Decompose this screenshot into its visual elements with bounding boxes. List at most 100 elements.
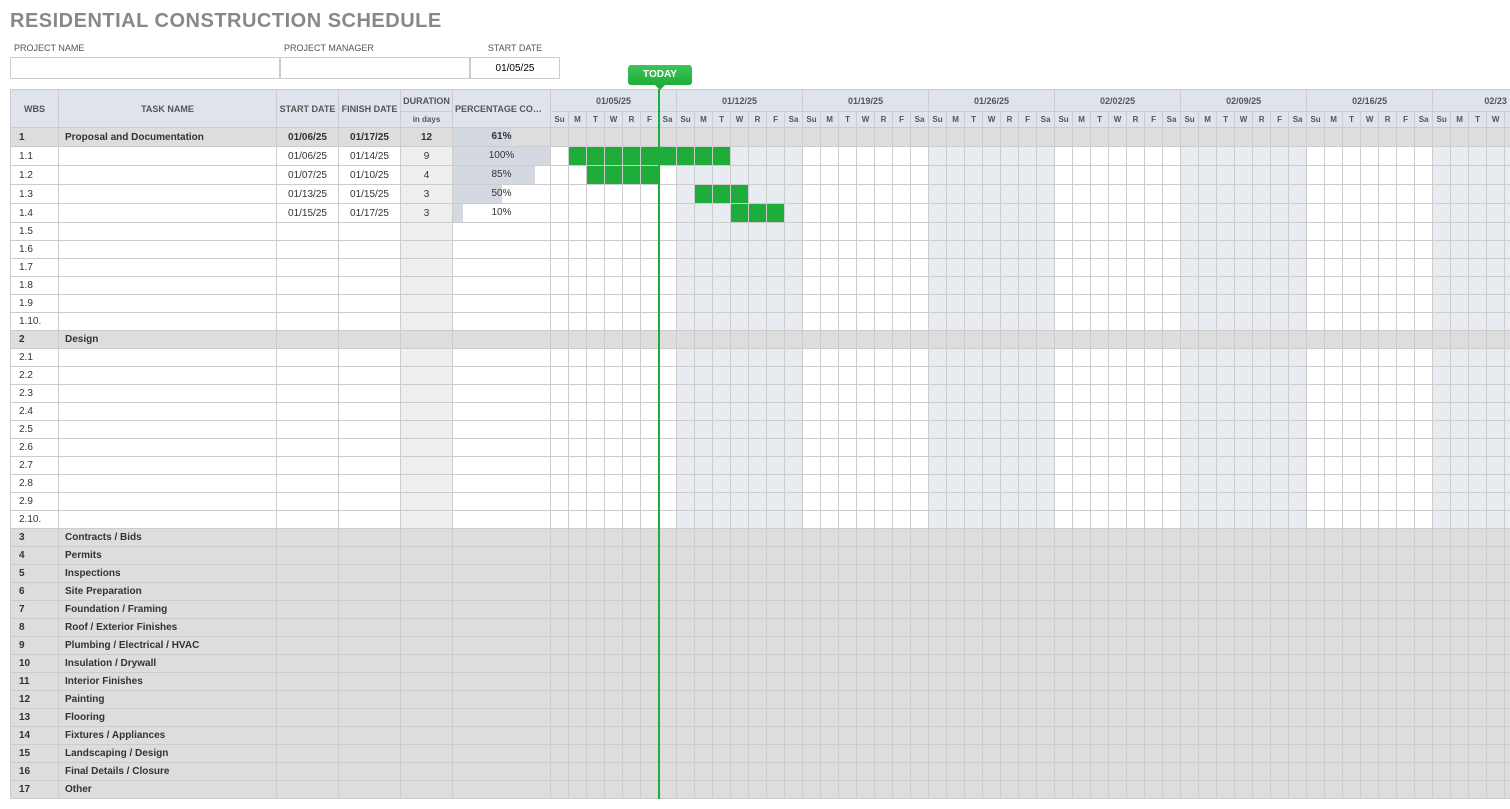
day-cell[interactable]	[1127, 277, 1145, 295]
day-cell[interactable]	[1307, 367, 1325, 385]
day-cell[interactable]	[1271, 367, 1289, 385]
day-cell[interactable]	[659, 223, 677, 241]
day-cell[interactable]	[1469, 349, 1487, 367]
cell-pct[interactable]	[453, 277, 551, 295]
day-cell[interactable]	[677, 241, 695, 259]
day-cell[interactable]	[1415, 583, 1433, 601]
cell-pct[interactable]	[453, 385, 551, 403]
day-cell[interactable]	[1433, 637, 1451, 655]
day-cell[interactable]	[1397, 565, 1415, 583]
day-cell[interactable]	[641, 745, 659, 763]
day-cell[interactable]	[911, 601, 929, 619]
day-cell[interactable]	[1145, 204, 1163, 223]
day-cell[interactable]	[1361, 763, 1379, 781]
day-cell[interactable]	[1037, 259, 1055, 277]
day-cell[interactable]	[767, 421, 785, 439]
day-cell[interactable]	[1073, 655, 1091, 673]
day-cell[interactable]	[695, 128, 713, 147]
day-cell[interactable]	[1073, 147, 1091, 166]
day-cell[interactable]	[1127, 204, 1145, 223]
day-cell[interactable]	[839, 385, 857, 403]
day-cell[interactable]	[1055, 204, 1073, 223]
day-cell[interactable]	[1469, 385, 1487, 403]
day-cell[interactable]	[767, 655, 785, 673]
day-cell[interactable]	[1181, 637, 1199, 655]
cell-duration[interactable]	[401, 367, 453, 385]
day-cell[interactable]	[587, 763, 605, 781]
day-cell[interactable]	[1505, 637, 1510, 655]
day-cell[interactable]	[857, 673, 875, 691]
day-cell[interactable]	[947, 166, 965, 185]
day-cell[interactable]	[983, 147, 1001, 166]
day-cell[interactable]	[1253, 349, 1271, 367]
day-cell[interactable]	[839, 763, 857, 781]
day-cell[interactable]	[1469, 727, 1487, 745]
day-cell[interactable]	[1001, 295, 1019, 313]
day-cell[interactable]	[731, 673, 749, 691]
day-cell[interactable]	[551, 147, 569, 166]
day-cell[interactable]	[1181, 619, 1199, 637]
day-cell[interactable]	[1199, 583, 1217, 601]
cell-wbs[interactable]: 14	[11, 727, 59, 745]
day-cell[interactable]	[1163, 529, 1181, 547]
day-cell[interactable]	[1433, 745, 1451, 763]
day-cell[interactable]	[641, 763, 659, 781]
day-cell[interactable]	[1127, 565, 1145, 583]
day-cell[interactable]	[1361, 185, 1379, 204]
day-cell[interactable]	[731, 128, 749, 147]
day-cell[interactable]	[659, 457, 677, 475]
day-cell[interactable]	[1199, 349, 1217, 367]
day-cell[interactable]	[1253, 313, 1271, 331]
day-cell[interactable]	[1307, 313, 1325, 331]
day-cell[interactable]	[875, 493, 893, 511]
day-cell[interactable]	[1307, 691, 1325, 709]
day-cell[interactable]	[1361, 331, 1379, 349]
cell-wbs[interactable]: 2.5	[11, 421, 59, 439]
day-cell[interactable]	[1055, 655, 1073, 673]
day-cell[interactable]	[1037, 313, 1055, 331]
day-cell[interactable]	[695, 166, 713, 185]
day-cell[interactable]	[587, 547, 605, 565]
day-cell[interactable]	[1433, 727, 1451, 745]
day-cell[interactable]	[1127, 709, 1145, 727]
day-cell[interactable]	[929, 583, 947, 601]
day-cell[interactable]	[1379, 457, 1397, 475]
day-cell[interactable]	[569, 421, 587, 439]
day-cell[interactable]	[965, 241, 983, 259]
day-cell[interactable]	[983, 547, 1001, 565]
cell-wbs[interactable]: 1.7	[11, 259, 59, 277]
day-cell[interactable]	[1001, 385, 1019, 403]
day-cell[interactable]	[1253, 295, 1271, 313]
day-cell[interactable]	[1199, 655, 1217, 673]
day-cell[interactable]	[911, 529, 929, 547]
day-cell[interactable]	[947, 147, 965, 166]
day-cell[interactable]	[731, 493, 749, 511]
day-cell[interactable]	[1217, 547, 1235, 565]
cell-task[interactable]: Painting	[59, 691, 277, 709]
day-cell[interactable]	[803, 637, 821, 655]
day-cell[interactable]	[1019, 655, 1037, 673]
cell-finish[interactable]: 01/17/25	[339, 128, 401, 147]
day-cell[interactable]	[695, 493, 713, 511]
day-cell[interactable]	[1091, 511, 1109, 529]
day-cell[interactable]	[803, 403, 821, 421]
day-cell[interactable]	[1055, 565, 1073, 583]
day-cell[interactable]	[731, 547, 749, 565]
day-cell[interactable]	[1379, 223, 1397, 241]
cell-task[interactable]: Site Preparation	[59, 583, 277, 601]
day-cell[interactable]	[1055, 727, 1073, 745]
day-cell[interactable]	[1325, 259, 1343, 277]
day-cell[interactable]	[1397, 583, 1415, 601]
day-cell[interactable]	[695, 583, 713, 601]
day-cell[interactable]	[1415, 565, 1433, 583]
day-cell[interactable]	[569, 673, 587, 691]
day-cell[interactable]	[1073, 185, 1091, 204]
day-cell[interactable]	[1127, 331, 1145, 349]
day-cell[interactable]	[569, 331, 587, 349]
day-cell[interactable]	[875, 511, 893, 529]
day-cell[interactable]	[1469, 223, 1487, 241]
day-cell[interactable]	[731, 403, 749, 421]
day-cell[interactable]	[1433, 313, 1451, 331]
day-cell[interactable]	[803, 313, 821, 331]
day-cell[interactable]	[587, 691, 605, 709]
